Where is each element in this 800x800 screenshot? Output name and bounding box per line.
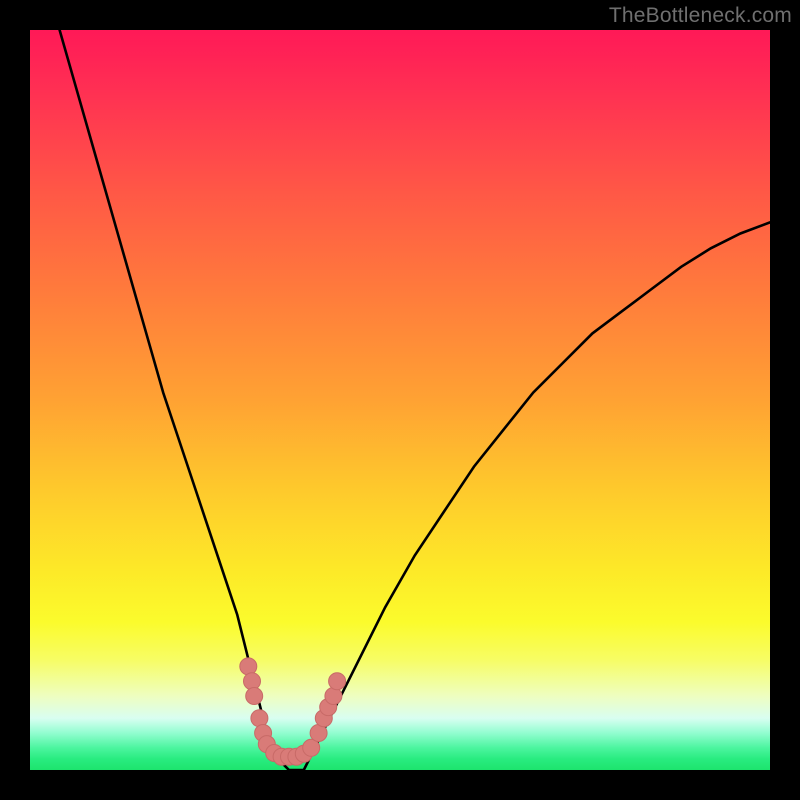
curve-markers (240, 658, 346, 765)
plot-area (30, 30, 770, 770)
curve-marker (251, 710, 268, 727)
bottleneck-curve-svg (30, 30, 770, 770)
bottleneck-curve (60, 30, 770, 770)
curve-marker (246, 688, 263, 705)
watermark-text: TheBottleneck.com (609, 4, 792, 28)
outer-frame: TheBottleneck.com (0, 0, 800, 800)
curve-marker (244, 673, 261, 690)
curve-marker (325, 688, 342, 705)
curve-marker (240, 658, 257, 675)
curve-marker (329, 673, 346, 690)
